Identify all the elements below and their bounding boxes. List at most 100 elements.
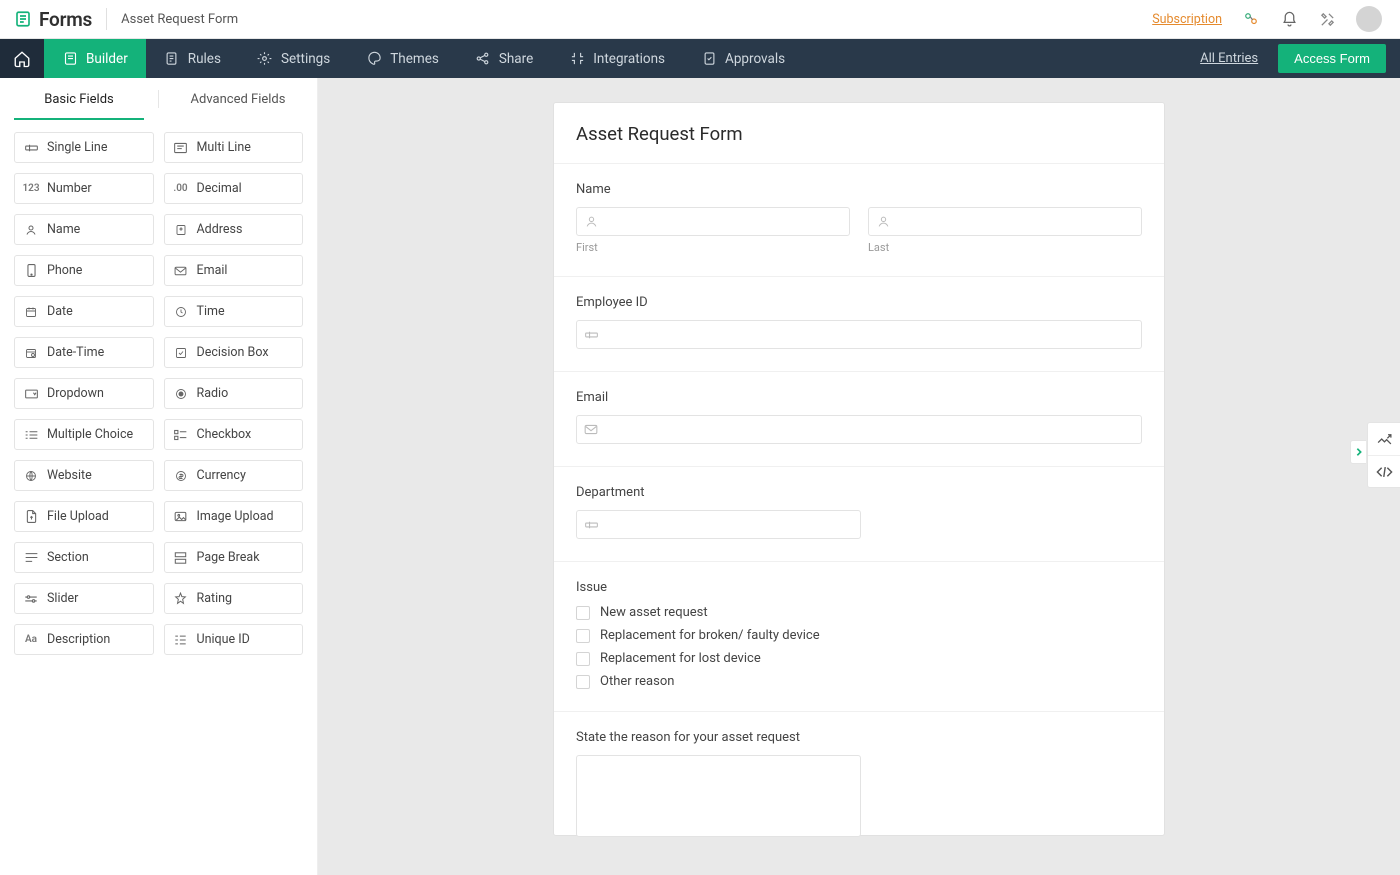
dropdown-icon — [24, 387, 38, 401]
user-avatar[interactable] — [1356, 6, 1382, 32]
expand-panel-toggle[interactable] — [1350, 440, 1366, 464]
uniqueid-icon — [174, 633, 188, 647]
field-type-time[interactable]: Time — [164, 296, 304, 327]
field-type-checkbox[interactable]: Checkbox — [164, 419, 304, 450]
issue-option-label: Replacement for broken/ faulty device — [600, 628, 820, 643]
embed-code-icon[interactable] — [1368, 455, 1400, 487]
address-icon — [174, 223, 188, 237]
field-reason[interactable]: State the reason for your asset request — [554, 711, 1164, 863]
form-title[interactable]: Asset Request Form — [576, 123, 1142, 145]
field-type-email[interactable]: Email — [164, 255, 304, 286]
reason-textarea[interactable] — [576, 755, 861, 837]
field-department[interactable]: Department — [554, 466, 1164, 561]
decisionbox-icon — [174, 346, 188, 360]
field-type-multiple-choice[interactable]: Multiple Choice — [14, 419, 154, 450]
field-type-multi-line[interactable]: Multi Line — [164, 132, 304, 163]
field-type-unique-id[interactable]: Unique ID — [164, 624, 304, 655]
access-form-button[interactable]: Access Form — [1278, 44, 1386, 73]
field-issue[interactable]: Issue New asset request Replacement for b… — [554, 561, 1164, 711]
website-icon — [24, 469, 38, 483]
email-input[interactable] — [576, 415, 1142, 444]
notifications-icon[interactable] — [1280, 10, 1298, 28]
checkbox-icon[interactable] — [576, 652, 590, 666]
tab-basic-fields[interactable]: Basic Fields — [0, 78, 158, 120]
app-name: Forms — [39, 8, 92, 31]
field-type-section[interactable]: Section — [14, 542, 154, 573]
field-type-phone[interactable]: Phone — [14, 255, 154, 286]
field-type-single-line[interactable]: Single Line — [14, 132, 154, 163]
preview-icon[interactable] — [1368, 423, 1400, 455]
side-tools — [1367, 422, 1400, 488]
decimal-icon: .00 — [174, 182, 188, 196]
field-type-number[interactable]: 123Number — [14, 173, 154, 204]
field-type-decision-box[interactable]: Decision Box — [164, 337, 304, 368]
first-sublabel: First — [576, 241, 850, 254]
issue-option-1[interactable]: Replacement for broken/ faulty device — [576, 628, 1142, 643]
field-palette: Basic Fields Advanced Fields Single Line… — [0, 78, 318, 875]
field-type-name[interactable]: Name — [14, 214, 154, 245]
tab-advanced-fields[interactable]: Advanced Fields — [159, 78, 317, 120]
subscription-link[interactable]: Subscription — [1152, 12, 1222, 27]
checkbox-icon[interactable] — [576, 675, 590, 689]
field-type-dropdown[interactable]: Dropdown — [14, 378, 154, 409]
issue-option-2[interactable]: Replacement for lost device — [576, 651, 1142, 666]
field-type-date-time[interactable]: Date-Time — [14, 337, 154, 368]
phone-icon — [24, 264, 38, 278]
checkbox-icon[interactable] — [576, 606, 590, 620]
tools-icon[interactable] — [1318, 10, 1336, 28]
rating-icon — [174, 592, 188, 606]
approvals-icon — [701, 51, 717, 67]
checkbox-icon[interactable] — [576, 629, 590, 643]
nav-approvals[interactable]: Approvals — [683, 39, 803, 78]
number-icon: 123 — [24, 182, 38, 196]
top-header: Forms Asset Request Form Subscription — [0, 0, 1400, 39]
form-canvas[interactable]: Asset Request Form Name First — [318, 78, 1400, 875]
issue-option-3[interactable]: Other reason — [576, 674, 1142, 689]
integrations-icon — [569, 51, 585, 67]
field-type-website[interactable]: Website — [14, 460, 154, 491]
nav-settings[interactable]: Settings — [239, 39, 348, 78]
employee-id-input[interactable] — [576, 320, 1142, 349]
field-type-description[interactable]: AaDescription — [14, 624, 154, 655]
radio-icon — [174, 387, 188, 401]
field-name[interactable]: Name First — [554, 163, 1164, 276]
department-input[interactable] — [576, 510, 861, 539]
date-icon — [24, 305, 38, 319]
field-employee-id[interactable]: Employee ID — [554, 276, 1164, 371]
email-label: Email — [576, 390, 1142, 405]
form-card[interactable]: Asset Request Form Name First — [554, 103, 1164, 835]
nav-themes[interactable]: Themes — [348, 39, 457, 78]
field-type-currency[interactable]: Currency — [164, 460, 304, 491]
nav-rules[interactable]: Rules — [146, 39, 239, 78]
nav-builder[interactable]: Builder — [44, 39, 146, 78]
refer-icon[interactable] — [1242, 10, 1260, 28]
app-logo[interactable]: Forms — [13, 8, 92, 31]
issue-option-0[interactable]: New asset request — [576, 605, 1142, 620]
field-type-radio[interactable]: Radio — [164, 378, 304, 409]
all-entries-link[interactable]: All Entries — [1200, 51, 1258, 66]
nav-integrations[interactable]: Integrations — [551, 39, 683, 78]
field-type-rating[interactable]: Rating — [164, 583, 304, 614]
field-email[interactable]: Email — [554, 371, 1164, 466]
field-type-page-break[interactable]: Page Break — [164, 542, 304, 573]
issue-option-label: Other reason — [600, 674, 674, 689]
field-type-file-upload[interactable]: File Upload — [14, 501, 154, 532]
singleline-icon — [584, 328, 598, 342]
rules-icon — [164, 51, 180, 67]
breadcrumb[interactable]: Asset Request Form — [121, 12, 238, 27]
last-name-input[interactable] — [868, 207, 1142, 236]
field-type-date[interactable]: Date — [14, 296, 154, 327]
nav-share[interactable]: Share — [457, 39, 551, 78]
nav-home[interactable] — [0, 39, 44, 78]
multichoice-icon — [24, 428, 38, 442]
field-type-slider[interactable]: Slider — [14, 583, 154, 614]
issue-option-label: Replacement for lost device — [600, 651, 761, 666]
field-type-image-upload[interactable]: Image Upload — [164, 501, 304, 532]
singleline-icon — [584, 518, 598, 532]
issue-label: Issue — [576, 580, 1142, 595]
field-type-decimal[interactable]: .00Decimal — [164, 173, 304, 204]
last-sublabel: Last — [868, 241, 1142, 254]
reason-label: State the reason for your asset request — [576, 730, 1142, 745]
field-type-address[interactable]: Address — [164, 214, 304, 245]
first-name-input[interactable] — [576, 207, 850, 236]
